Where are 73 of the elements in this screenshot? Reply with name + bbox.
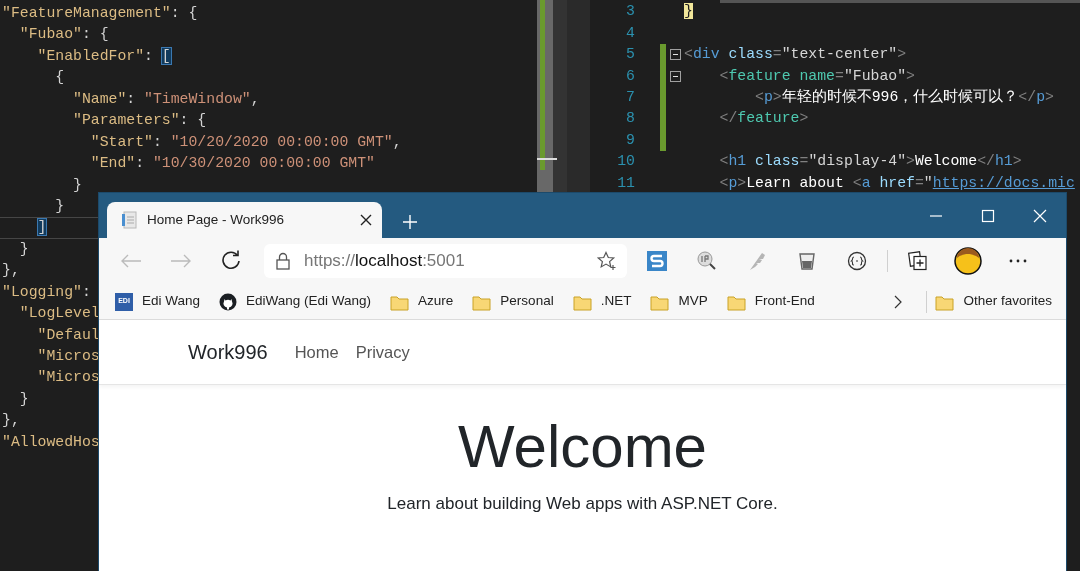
code-line: "Defaul [36,326,100,343]
github-icon [219,292,238,311]
bookmark[interactable]: Personal [472,291,554,312]
line-number: 3 [625,2,635,22]
code-line: "Fubao": { [18,26,109,43]
code-line: "Logging": [1,283,91,300]
line-number: 7 [625,88,635,108]
code-line: } [18,390,29,407]
page-icon [121,211,137,229]
cup-icon[interactable] [798,251,816,271]
scrollbar[interactable] [720,0,1080,3]
code-line: "Name": "TimeWindow", [72,90,260,107]
intro-text: Learn about building Web apps with ASP.NET Core. [386,493,779,515]
bookmark[interactable]: Front-End [726,291,815,312]
code-line: "FeatureManagement": { [1,5,198,21]
collapse-icon[interactable] [669,49,681,61]
tab-title: Home Page - Work996 [147,210,286,229]
line-number: 5 [625,45,635,65]
scrollbar[interactable] [553,0,567,193]
code-line: "AllowedHos [1,433,100,450]
nav-link[interactable]: Home [294,339,339,365]
line-number: 4 [625,23,635,43]
new-tab-icon[interactable] [402,214,418,230]
collections-icon[interactable] [908,251,928,271]
code-line: "Start": "10/20/2020 00:00:00 GMT", [89,133,402,150]
code-line: <div class="text-center"> [684,46,907,63]
magnifier-icon[interactable] [697,251,717,271]
code-line: <h1 class="display-4">Welcome</h1> [718,153,1022,170]
code-line: }, [1,412,20,429]
star-icon[interactable] [597,251,617,271]
code-line: <p>Learn about <a href="https://docs.mic [718,174,1075,191]
browser-tab[interactable]: Home Page - Work996 [107,202,382,238]
bookmark[interactable]: Other favorites [935,291,1052,312]
code-line: "End": "10/30/2020 00:00:00 GMT" [89,155,375,172]
code-line: <feature name="Fubao"> [718,67,915,84]
code-line: <p>年轻的时候不996，什么时候可以？</p> [754,89,1054,106]
extension-icon[interactable] [647,251,667,271]
line-number: 6 [625,66,635,86]
code-line: }, [1,262,20,279]
close-icon[interactable] [360,214,372,227]
code-line: "Micros [36,348,100,364]
code-line: { [54,69,65,86]
collapse-icon[interactable] [669,70,681,82]
page-heading: Welcome [457,412,708,482]
maximize-icon[interactable] [980,207,996,224]
address-bar[interactable]: https://localhost:5001 [264,244,627,278]
line-number: 11 [616,173,635,193]
code-line: } [72,176,82,193]
code-line: "Micros [36,369,100,386]
code-line: } [54,197,65,214]
bookmark[interactable]: MVP [650,291,708,312]
line-number: 9 [625,130,635,150]
url-text: https://localhost:5001 [304,250,466,273]
code-line: "EnabledFor": [ [36,47,171,64]
code-line: </feature> [718,110,809,127]
code-line: } [18,240,29,257]
line-number: 10 [616,152,635,172]
code-line: "LogLevel [18,305,100,322]
line-number: 8 [625,109,635,129]
bookmark[interactable]: EdiWang (Edi Wang) [219,291,372,312]
docs-link[interactable]: building Web apps with ASP.NET Core [482,494,773,513]
bookmark[interactable]: .NET [572,291,632,312]
code-line: "Parameters": { [72,112,207,129]
site-brand[interactable]: Work996 [188,337,268,367]
more-icon[interactable] [1008,258,1028,264]
refresh-icon[interactable] [220,250,242,272]
scroll-position-marker [537,158,557,160]
chevron-right-icon[interactable] [894,294,903,309]
bookmark[interactable]: Azure [390,291,454,312]
braces-icon[interactable] [847,251,867,271]
lock-icon [276,252,290,270]
avatar-icon[interactable] [954,247,982,275]
nav-link[interactable]: Privacy [355,339,410,365]
